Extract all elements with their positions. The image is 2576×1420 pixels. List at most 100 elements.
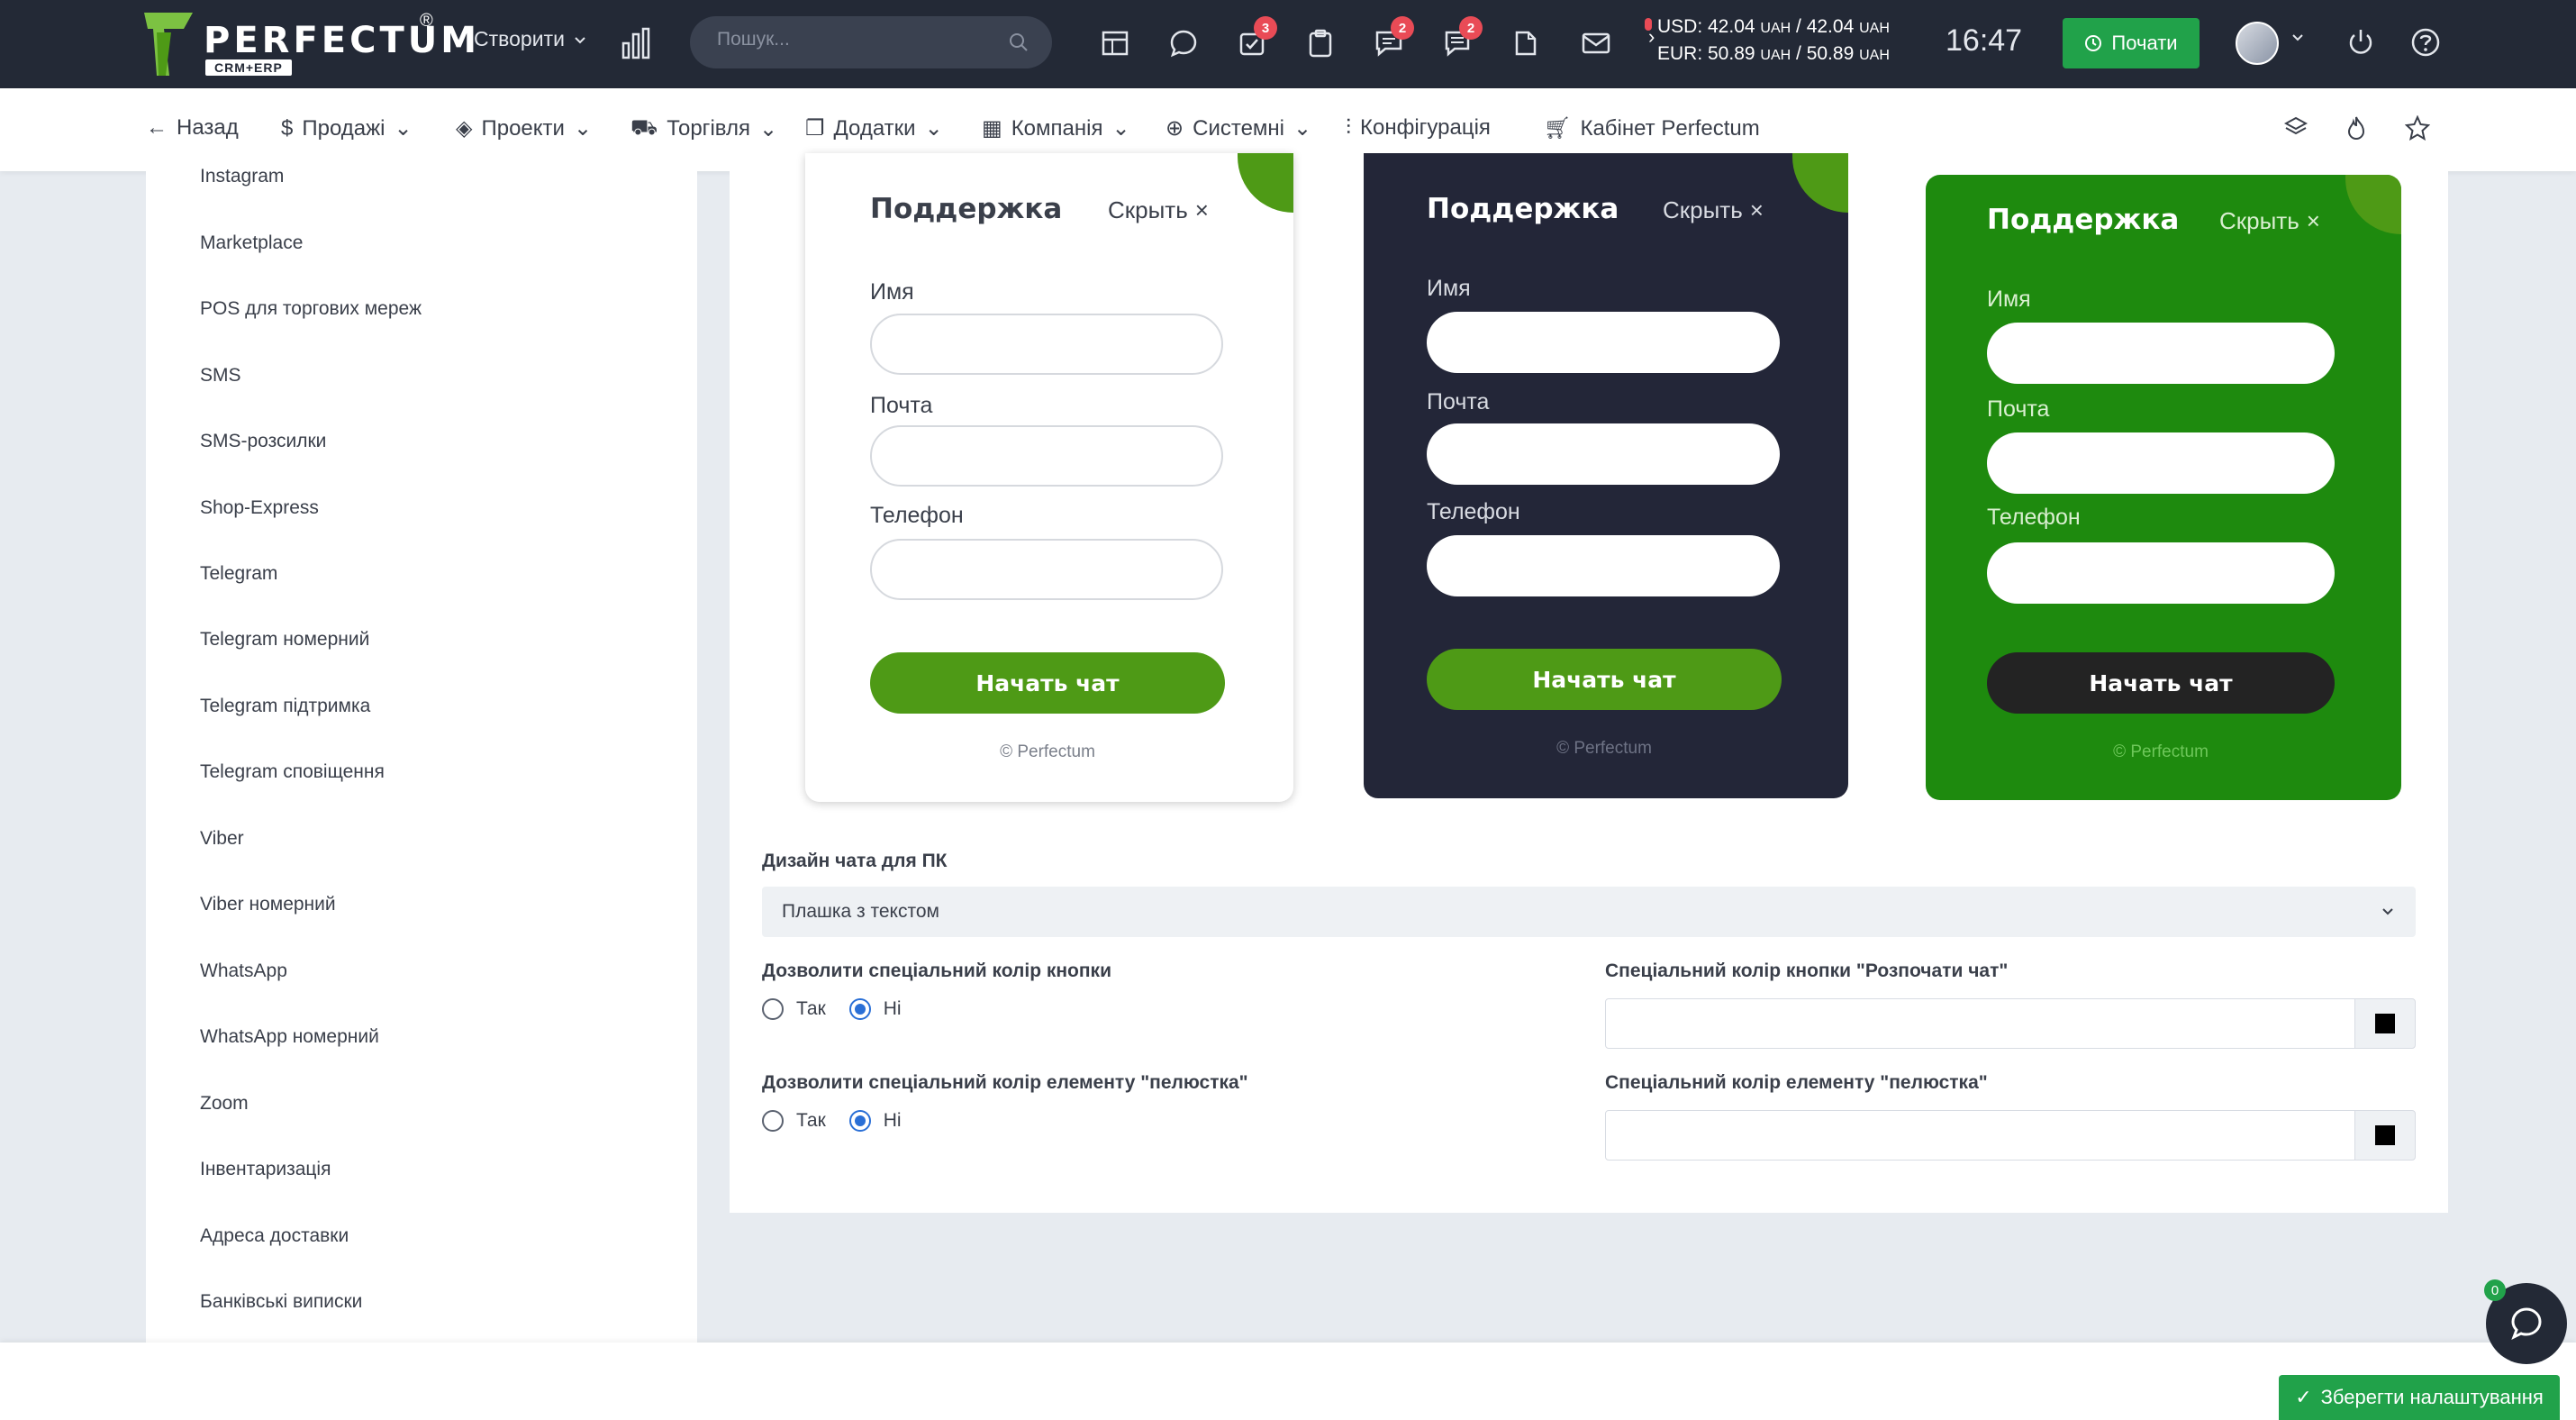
widget-phone-input[interactable] bbox=[1427, 535, 1780, 596]
tasks-badge: 3 bbox=[1254, 16, 1277, 40]
close-icon: × bbox=[1749, 196, 1764, 223]
widget-email-input[interactable] bbox=[870, 425, 1223, 487]
create-dropdown[interactable]: Створити bbox=[474, 27, 586, 51]
nav-sales[interactable]: $ Продажі ⌄ bbox=[281, 115, 413, 141]
tasks-icon[interactable]: 3 bbox=[1232, 16, 1277, 63]
allow-button-color-no-radio[interactable] bbox=[848, 998, 871, 1020]
sidebar-item-sms-mailing[interactable]: SMS-розсилки bbox=[200, 431, 326, 452]
sidebar-item-pos[interactable]: POS для торгових мереж bbox=[200, 298, 422, 320]
nav-config-label: Конфігурація bbox=[1360, 115, 1491, 140]
usd-rate: USD: 42.04 UAH / 42.04 UAH bbox=[1657, 16, 1890, 37]
chat-design-select[interactable]: Плашка з текстом bbox=[762, 887, 2416, 937]
globe-icon: ⊕ bbox=[1166, 116, 1184, 141]
fire-icon[interactable] bbox=[2345, 115, 2367, 141]
sidebar-item-marketplace[interactable]: Marketplace bbox=[200, 232, 303, 254]
nav-projects[interactable]: ◈ Проекти ⌄ bbox=[456, 115, 592, 141]
layers-icon[interactable] bbox=[2284, 115, 2308, 139]
search-icon[interactable] bbox=[1009, 32, 1029, 52]
widget-email-input[interactable] bbox=[1427, 423, 1780, 485]
button-color-input[interactable] bbox=[1605, 998, 2358, 1049]
chat-icon[interactable]: 2 bbox=[1369, 16, 1414, 63]
sidebar-item-viber-number[interactable]: Viber номерний bbox=[200, 894, 336, 915]
sidebar-item-sms[interactable]: SMS bbox=[200, 365, 241, 387]
check-icon: ✓ bbox=[2295, 1386, 2312, 1408]
save-settings-button[interactable]: ✓ Зберегти налаштування bbox=[2279, 1375, 2560, 1420]
sidebar-item-whatsapp-number[interactable]: WhatsApp номерний bbox=[200, 1026, 379, 1048]
allow-petal-color-yes-radio[interactable] bbox=[762, 1110, 784, 1132]
nav-addons[interactable]: ❐ Додатки ⌄ bbox=[805, 115, 943, 141]
nav-system[interactable]: ⊕ Системні ⌄ bbox=[1166, 115, 1311, 141]
widget-start-chat-button[interactable]: Начать чат bbox=[1987, 652, 2335, 714]
mail-icon[interactable] bbox=[1576, 23, 1616, 63]
dollar-icon: $ bbox=[281, 115, 294, 141]
help-icon[interactable] bbox=[2410, 27, 2441, 58]
nav-back[interactable]: ← Назад bbox=[146, 115, 239, 141]
chat-badge: 2 bbox=[1391, 16, 1414, 40]
widget-email-input[interactable] bbox=[1987, 432, 2335, 494]
calendar-table-icon[interactable] bbox=[1095, 23, 1135, 63]
document-icon[interactable] bbox=[1506, 23, 1546, 63]
sidebar-item-viber[interactable]: Viber bbox=[200, 828, 244, 850]
sidebar-item-instagram[interactable]: Instagram bbox=[200, 166, 284, 187]
message-icon[interactable] bbox=[1164, 23, 1203, 63]
chat-launcher-badge: 0 bbox=[2484, 1279, 2506, 1301]
widget-title: Поддержка bbox=[870, 193, 1063, 225]
logo-registered: ® bbox=[420, 11, 433, 31]
chat-widget-preview-green[interactable]: Поддержка Скрыть × Имя Почта Телефон Нача… bbox=[1926, 175, 2401, 800]
allow-petal-color-no-radio[interactable] bbox=[848, 1110, 871, 1132]
petal-color-input[interactable] bbox=[1605, 1110, 2358, 1161]
chevron-down-icon[interactable] bbox=[2291, 31, 2304, 43]
widget-phone-input[interactable] bbox=[870, 539, 1223, 600]
sidebar-item-zoom[interactable]: Zoom bbox=[200, 1093, 249, 1115]
widget-hide[interactable]: Скрыть × bbox=[2219, 207, 2320, 235]
sidebar-item-shop-express[interactable]: Shop-Express bbox=[200, 497, 319, 519]
search-box[interactable] bbox=[690, 16, 1052, 68]
sidebar-item-telegram-number[interactable]: Telegram номерний bbox=[200, 629, 369, 651]
sidebar-item-telegram[interactable]: Telegram bbox=[200, 563, 277, 585]
widget-phone-input[interactable] bbox=[1987, 542, 2335, 604]
sidebar-item-telegram-notify[interactable]: Telegram сповіщення bbox=[200, 761, 385, 783]
bottom-bar: ✓ Зберегти налаштування bbox=[0, 1343, 2576, 1420]
nav-company-label: Компанія bbox=[1011, 115, 1103, 141]
widget-hide[interactable]: Скрыть × bbox=[1663, 196, 1764, 224]
power-icon[interactable] bbox=[2345, 27, 2376, 58]
button-color-picker[interactable] bbox=[2354, 998, 2416, 1049]
analytics-icon[interactable] bbox=[621, 27, 650, 59]
petal-color-picker[interactable] bbox=[2354, 1110, 2416, 1161]
chevron-down-icon: ⌄ bbox=[924, 116, 943, 141]
chat-widget-preview-dark[interactable]: Поддержка Скрыть × Имя Почта Телефон Нача… bbox=[1364, 153, 1848, 798]
comments-icon[interactable]: 2 bbox=[1438, 16, 1483, 63]
widget-title: Поддержка bbox=[1987, 204, 2180, 236]
chevron-right-icon[interactable]: › bbox=[1648, 25, 1655, 49]
sidebar-item-bank-statements[interactable]: Банківські виписки bbox=[200, 1291, 362, 1313]
widget-name-input[interactable] bbox=[870, 314, 1223, 375]
nav-cabinet[interactable]: 🛒︎ Кабінет Perfectum bbox=[1544, 115, 1760, 141]
nav-company[interactable]: ▦ Компанія ⌄ bbox=[982, 115, 1130, 141]
sidebar-item-inventory[interactable]: Інвентаризація bbox=[200, 1159, 331, 1180]
nav-trade[interactable]: ⛟ Торгівля ⌄ bbox=[630, 115, 777, 142]
widget-name-label: Имя bbox=[1987, 287, 2031, 312]
widget-copyright: © Perfectum bbox=[2113, 742, 2209, 761]
sidebar-item-delivery-address[interactable]: Адреса доставки bbox=[200, 1225, 349, 1247]
widget-hide[interactable]: Скрыть × bbox=[1108, 196, 1209, 224]
widget-name-input[interactable] bbox=[1987, 323, 2335, 384]
nav-config[interactable]: ⫶ Конфігурація bbox=[1346, 115, 1491, 141]
widget-name-input[interactable] bbox=[1427, 312, 1780, 373]
widget-start-chat-button[interactable]: Начать чат bbox=[870, 652, 1225, 714]
chevron-down-icon: ⌄ bbox=[394, 116, 413, 141]
search-input[interactable] bbox=[717, 29, 987, 50]
start-workday-button[interactable]: Почати bbox=[2063, 18, 2200, 68]
logo[interactable]: PERFECTUM ® CRM+ERP bbox=[144, 11, 476, 76]
avatar[interactable] bbox=[2236, 22, 2279, 65]
arrow-left-icon: ← bbox=[146, 115, 168, 140]
allow-button-color-radios: Так Ні bbox=[762, 998, 902, 1020]
widget-email-label: Почта bbox=[1987, 396, 2050, 422]
star-icon[interactable] bbox=[2405, 115, 2430, 141]
sidebar-item-whatsapp[interactable]: WhatsApp bbox=[200, 960, 287, 982]
chat-widget-preview-light[interactable]: Поддержка Скрыть × Имя Почта Телефон Нача… bbox=[805, 153, 1293, 802]
clipboard-icon[interactable] bbox=[1301, 23, 1340, 63]
widget-start-chat-button[interactable]: Начать чат bbox=[1427, 649, 1782, 710]
allow-button-color-yes-radio[interactable] bbox=[762, 998, 784, 1020]
sidebar-item-telegram-support[interactable]: Telegram підтримка bbox=[200, 696, 370, 717]
chat-bubble-icon bbox=[2511, 1307, 2542, 1341]
